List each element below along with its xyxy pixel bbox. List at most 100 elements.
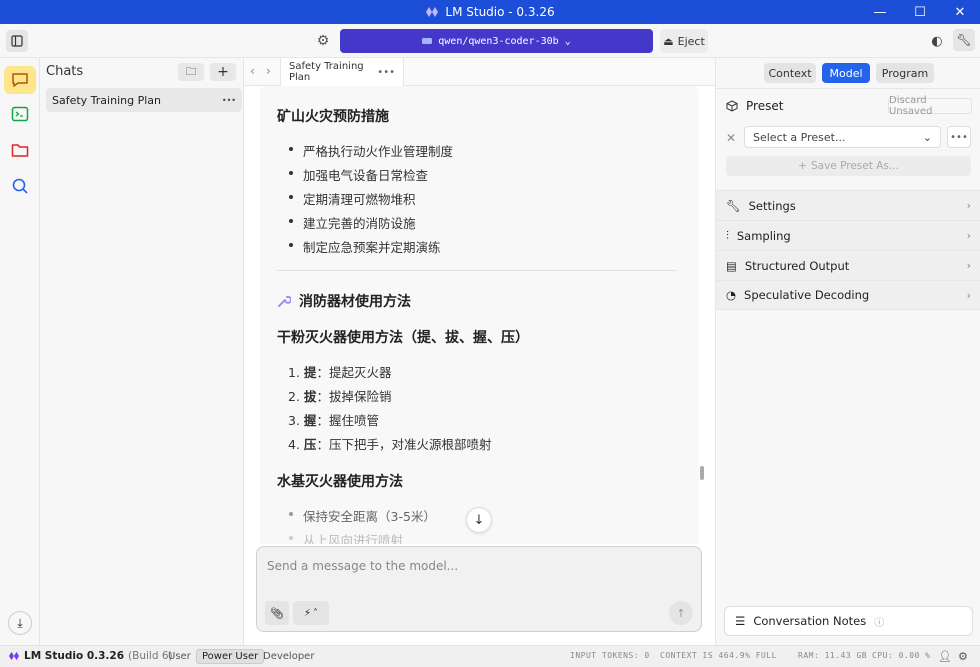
new-chat-button[interactable]: + (210, 63, 236, 81)
message-input-box[interactable]: Send a message to the model... 📎︎ ⚡︎ ˄ ↑ (256, 546, 702, 632)
cpu-usage: CPU: 0.00 % (872, 651, 931, 660)
sliders-icon: ⫶ (726, 228, 729, 242)
scroll-to-bottom-button[interactable]: ↓ (466, 507, 492, 533)
section-sampling[interactable]: ⫶ Sampling › (716, 220, 980, 250)
send-button[interactable]: ↑ (669, 601, 693, 625)
preset-more-button[interactable]: ••• (947, 126, 971, 148)
sidebar-toggle-icon (11, 35, 23, 47)
maximize-button[interactable]: ☐ (900, 0, 940, 24)
gear-icon[interactable]: ⚙ (314, 32, 332, 50)
rail-chat-button[interactable] (4, 66, 36, 94)
preset-select[interactable]: Select a Preset... ⌄ (744, 126, 941, 148)
window-title: LM Studio - 0.3.26 (425, 5, 555, 19)
model-picker[interactable]: qwen/qwen3-coder-30b ⌄ (340, 29, 653, 53)
speculative-icon: ◔ (726, 288, 737, 302)
mode-power-user[interactable]: Power User (196, 649, 265, 664)
palette-icon[interactable]: ◐ (928, 32, 946, 50)
forward-arrow-icon[interactable]: › (266, 64, 271, 78)
wrench-emoji-icon (278, 295, 291, 307)
sidebar-toggle-button[interactable] (6, 30, 28, 52)
save-preset-button[interactable]: + Save Preset As... (726, 156, 971, 176)
ordered-item: 1. 提：提起灭火器 (288, 365, 392, 380)
heading-dry-powder: 干粉灭火器使用方法（提、拔、握、压） (277, 330, 529, 346)
scrollbar[interactable] (700, 466, 704, 480)
right-panel: Context Model Program Preset Discard Uns… (715, 58, 980, 645)
notes-icon: ☰ (735, 614, 746, 628)
wrench-icon: 🔧︎ (956, 33, 972, 47)
settings-icon[interactable]: ⚙ (958, 650, 968, 663)
download-icon: ⤓ (17, 615, 23, 630)
tab-program[interactable]: Program (876, 63, 934, 83)
clear-preset-icon[interactable]: ✕ (726, 131, 736, 145)
send-icon: ↑ (676, 606, 686, 620)
close-button[interactable]: ✕ (940, 0, 980, 24)
list-item: 保持安全距离（3-5米） (289, 506, 436, 525)
input-tokens: INPUT TOKENS: 0 (570, 651, 650, 660)
search-icon (12, 178, 28, 194)
heading-water-based: 水基灭火器使用方法 (277, 474, 403, 490)
status-bar: LM Studio 0.3.26 (Build 6) User Power Us… (0, 645, 980, 667)
message-input[interactable]: Send a message to the model... (267, 559, 458, 573)
list-item: 制定应急预案并定期演练 (289, 237, 441, 256)
section-settings[interactable]: 🔧︎ Settings › (716, 190, 980, 220)
chevron-right-icon: › (966, 199, 971, 212)
document-icon: ▤ (726, 258, 737, 273)
folder-icon (11, 144, 29, 157)
top-toolbar: ⚙ qwen/qwen3-coder-30b ⌄ ⏏ Eject ◐ 🔧︎ (0, 24, 980, 58)
mode-developer[interactable]: Developer (258, 649, 319, 664)
paperclip-icon: 📎︎ (270, 606, 284, 620)
preset-label: Preset (726, 99, 783, 113)
mode-user[interactable]: User (163, 649, 196, 664)
divider (277, 270, 677, 271)
lmstudio-logo-icon (9, 651, 19, 661)
tab-safety-training-plan[interactable]: Safety Training Plan ••• (280, 58, 404, 86)
eject-button[interactable]: ⏏ Eject (660, 29, 708, 53)
cube-icon (726, 100, 738, 112)
discard-unsaved-button[interactable]: Discard Unsaved (888, 95, 972, 117)
chat-list-item[interactable]: Safety Training Plan ••• (46, 88, 242, 112)
chat-icon (12, 73, 28, 87)
divider (716, 88, 980, 89)
chat-content: 矿山火灾预防措施 严格执行动火作业管理制度 加强电气设备日常检查 定期清理可燃物… (244, 86, 715, 544)
chats-panel: Chats 🗀 + Safety Training Plan ••• (40, 58, 244, 645)
new-folder-button[interactable]: 🗀 (178, 63, 204, 81)
list-item: 严格执行动火作业管理制度 (289, 141, 453, 160)
ordered-item: 2. 拔：拔掉保险销 (288, 389, 392, 404)
heading-prevention: 矿山火灾预防措施 (277, 109, 389, 125)
section-speculative-decoding[interactable]: ◔ Speculative Decoding › (716, 280, 980, 310)
wrench-button[interactable]: 🔧︎ (953, 29, 975, 51)
download-button[interactable]: ⤓ (8, 611, 32, 635)
minimize-button[interactable]: — (860, 0, 900, 24)
arrow-down-icon: ↓ (473, 512, 485, 528)
help-icon: ⓘ (874, 617, 885, 629)
section-structured-output[interactable]: ▤ Structured Output › (716, 250, 980, 280)
more-icon[interactable]: ••• (222, 96, 236, 105)
heading-equipment: 消防器材使用方法 (277, 291, 411, 311)
integrations-button[interactable]: ⚡︎ ˄ (293, 601, 329, 625)
rail-developer-button[interactable] (4, 100, 36, 128)
list-item: 从上风向进行喷射 (289, 530, 403, 544)
list-item: 定期清理可燃物堆积 (289, 189, 416, 208)
chevron-right-icon: › (966, 288, 971, 302)
conversation-notes-button[interactable]: ☰ Conversation Notes ⓘ (724, 606, 973, 636)
chevron-right-icon: › (966, 229, 971, 242)
chevron-down-icon: ⌄ (922, 130, 932, 144)
tab-more-icon[interactable]: ••• (377, 67, 395, 78)
rail-files-button[interactable] (4, 136, 36, 164)
list-item: 建立完善的消防设施 (289, 213, 416, 232)
context-usage: CONTEXT IS 464.9% FULL (660, 651, 777, 660)
tab-context[interactable]: Context (764, 63, 816, 83)
user-icon[interactable]: 👤︎ (938, 650, 952, 663)
rail-search-button[interactable] (4, 172, 36, 200)
title-bar: LM Studio - 0.3.26 — ☐ ✕ (0, 0, 980, 24)
attach-button[interactable]: 📎︎ (265, 601, 289, 625)
back-arrow-icon[interactable]: ‹ (250, 64, 255, 78)
ram-usage: RAM: 11.43 GB (798, 651, 868, 660)
assistant-message: 矿山火灾预防措施 严格执行动火作业管理制度 加强电气设备日常检查 定期清理可燃物… (260, 86, 699, 544)
eject-icon: ⏏ (663, 34, 674, 48)
model-icon (422, 38, 433, 44)
folder-plus-icon: 🗀 (185, 64, 197, 78)
tab-model[interactable]: Model (822, 63, 870, 83)
chevron-right-icon: › (966, 259, 971, 272)
plus-icon: + (798, 160, 807, 172)
